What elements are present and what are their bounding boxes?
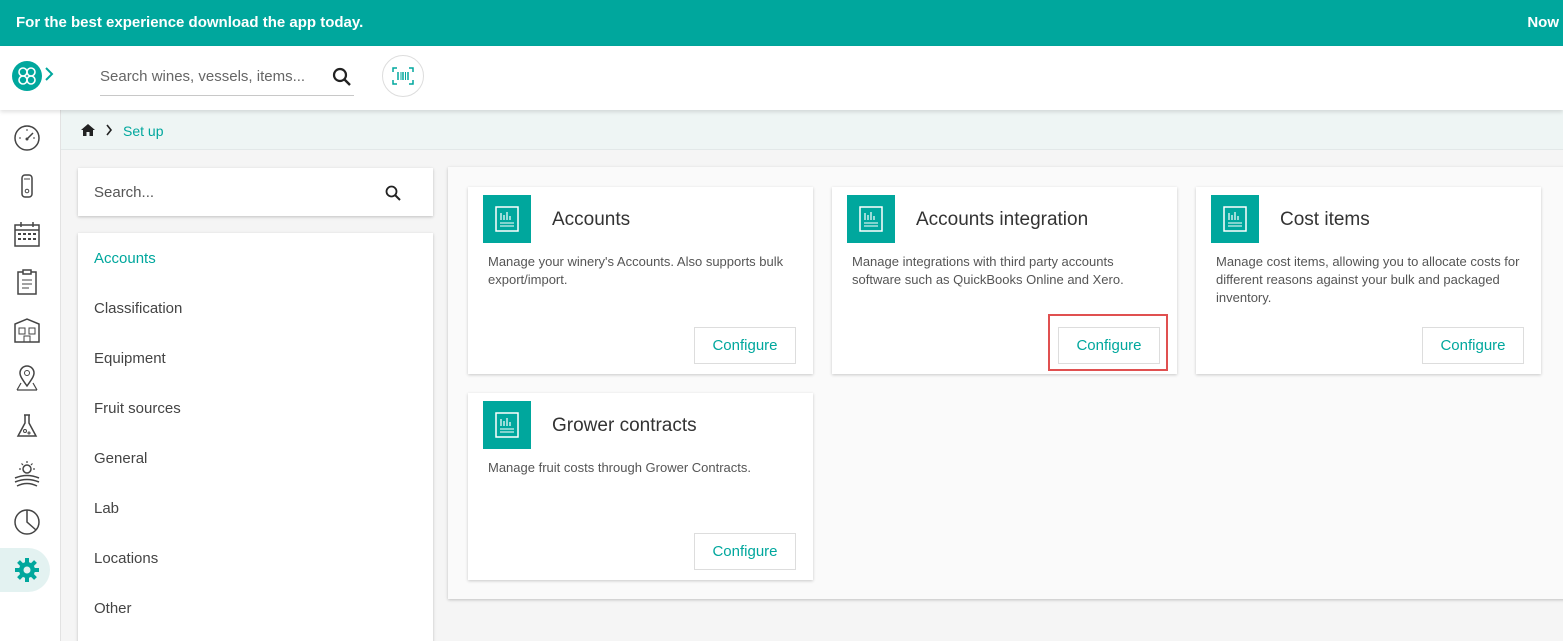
card-description: Manage integrations with third party acc… [852,254,1124,287]
card-title: Cost items [1280,209,1370,230]
expand-chevron-icon[interactable] [44,66,54,82]
banner-message: For the best experience download the app… [16,14,364,31]
nav-reports[interactable] [0,500,60,544]
breadcrumb-current[interactable]: Set up [123,123,163,139]
app-download-banner: For the best experience download the app… [0,0,1563,46]
card-title: Grower contracts [552,415,697,436]
card-description: Manage fruit costs through Grower Contra… [488,460,752,475]
category-locations[interactable]: Locations [94,550,158,567]
cost-items-icon [1211,195,1259,243]
nav-locations[interactable] [0,356,60,400]
category-other[interactable]: Other [94,600,132,617]
top-bar: Search wines, vessels, items... [0,46,1563,110]
card-accounts: Accounts Manage your winery's Accounts. … [468,187,813,374]
category-fruit-sources[interactable]: Fruit sources [94,400,181,417]
vineyard-sun-icon [14,461,40,487]
nav-vineyard[interactable] [0,452,60,496]
reports-pie-icon [14,509,40,535]
nav-calendar[interactable] [0,212,60,256]
nav-vessels[interactable] [0,164,60,208]
category-general[interactable]: General [94,450,147,467]
barcode-icon [392,67,414,85]
highlight-box [1048,314,1168,371]
calendar-icon [14,222,40,247]
nav-settings[interactable] [0,548,50,592]
card-cost-items: Cost items Manage cost items, allowing y… [1196,187,1541,374]
chevron-right-icon [106,124,113,136]
configure-accounts-button[interactable]: Configure [694,327,796,364]
setup-search-input[interactable]: Search... [78,168,433,216]
setup-search-placeholder: Search... [94,184,155,201]
accounts-integration-icon [847,195,895,243]
category-lab[interactable]: Lab [94,500,119,517]
dashboard-gauge-icon [14,125,40,151]
grower-contracts-icon [483,401,531,449]
settings-gear-icon [15,558,39,582]
configure-cost-items-button[interactable]: Configure [1422,327,1524,364]
clipboard-icon [17,269,37,295]
nav-lab[interactable] [0,404,60,448]
nav-winery[interactable] [0,308,60,352]
category-classification[interactable]: Classification [94,300,182,317]
location-pin-icon [16,365,38,391]
card-description: Manage cost items, allowing you to alloc… [1216,254,1520,305]
vessel-tank-icon [21,174,33,198]
category-equipment[interactable]: Equipment [94,350,166,367]
accounts-ledger-icon [483,195,531,243]
configure-grower-contracts-button[interactable]: Configure [694,533,796,570]
category-accounts[interactable]: Accounts [94,250,156,267]
app-logo-icon[interactable] [12,61,42,91]
card-description: Manage your winery's Accounts. Also supp… [488,254,784,287]
lab-flask-icon [16,414,38,437]
setup-category-list: Accounts Classification Equipment Fruit … [78,233,433,641]
nav-dashboard[interactable] [0,116,60,160]
barcode-scan-button[interactable] [382,55,424,97]
nav-work-orders[interactable] [0,260,60,304]
winery-building-icon [14,318,40,343]
setup-cards-panel: Accounts Manage your winery's Accounts. … [448,167,1563,599]
search-icon[interactable] [385,185,401,201]
card-title: Accounts integration [916,209,1089,230]
banner-now-link[interactable]: Now [1527,14,1559,31]
global-search-input[interactable]: Search wines, vessels, items... [100,58,354,96]
breadcrumb: Set up [61,110,1563,150]
home-icon[interactable] [81,124,95,136]
search-icon[interactable] [332,67,352,87]
global-search-placeholder: Search wines, vessels, items... [100,68,306,85]
side-navigation [0,110,61,641]
card-title: Accounts [552,209,631,230]
card-grower-contracts: Grower contracts Manage fruit costs thro… [468,393,813,580]
